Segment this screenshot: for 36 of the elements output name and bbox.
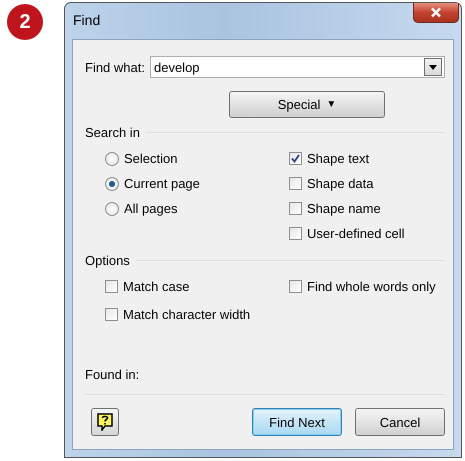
dialog-button[interactable]: Cancel [355,408,445,436]
close-icon [430,7,442,18]
find-what-combobox[interactable]: develop [150,56,445,78]
checkbox[interactable] [289,227,302,240]
section-heading: Search in [85,124,140,140]
radio-button[interactable] [105,176,119,190]
checkbox-label: Shape text [307,151,370,166]
found-in-label: Found in: [85,367,140,382]
checkbox-label: Match character width [123,307,250,322]
checkbox-label: Shape name [307,201,381,216]
radio-label: All pages [124,201,178,216]
dialog-button[interactable]: Find Next [252,408,342,436]
window-title: Find [73,12,100,28]
special-button[interactable]: Special ▼ [229,91,385,118]
radio-label: Current page [124,176,200,191]
checkbox-label: Match case [123,279,190,294]
checkbox[interactable] [105,280,118,293]
checkbox[interactable] [289,202,302,215]
section-heading: Options [85,252,130,268]
caret-icon [429,64,437,70]
radio-button[interactable] [105,202,119,216]
checkbox[interactable] [105,308,118,321]
dropdown-button[interactable] [424,58,442,76]
step-badge: 2 [7,4,43,40]
radio-button[interactable] [105,152,119,166]
checkbox-label: Shape data [307,176,374,191]
radio-label: Selection [124,151,178,166]
checkbox-label: User-defined cell [307,226,405,241]
checkbox[interactable] [289,177,302,190]
checkbox[interactable] [289,152,302,165]
close-button[interactable] [413,3,459,23]
checkbox[interactable] [289,280,302,293]
help-icon [97,413,113,431]
checkbox-label: Find whole words only [307,279,436,294]
field-label: Find what: [85,60,145,74]
help-button[interactable] [91,408,119,436]
